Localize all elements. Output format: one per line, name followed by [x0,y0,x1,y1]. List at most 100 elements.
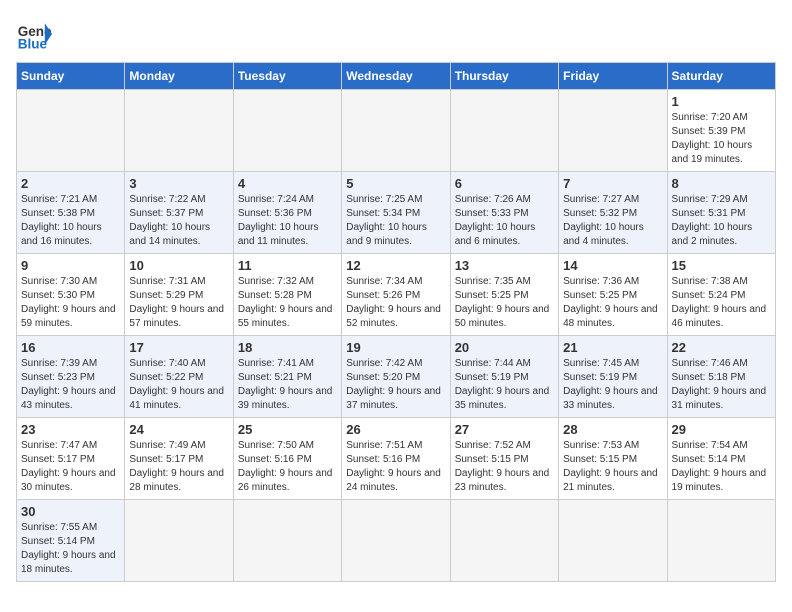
day-info: Sunrise: 7:29 AM Sunset: 5:31 PM Dayligh… [672,193,771,249]
weekday-header-cell: Wednesday [342,63,450,90]
calendar-week-row: 9Sunrise: 7:30 AM Sunset: 5:30 PM Daylig… [17,254,776,336]
day-info: Sunrise: 7:50 AM Sunset: 5:16 PM Dayligh… [238,439,337,495]
day-info: Sunrise: 7:44 AM Sunset: 5:19 PM Dayligh… [455,357,554,413]
day-info: Sunrise: 7:42 AM Sunset: 5:20 PM Dayligh… [346,357,445,413]
day-info: Sunrise: 7:47 AM Sunset: 5:17 PM Dayligh… [21,439,120,495]
weekday-header-row: SundayMondayTuesdayWednesdayThursdayFrid… [17,63,776,90]
calendar-day-cell [450,500,558,582]
day-info: Sunrise: 7:20 AM Sunset: 5:39 PM Dayligh… [672,111,771,167]
day-number: 11 [238,258,337,273]
day-number: 3 [129,176,228,191]
day-info: Sunrise: 7:54 AM Sunset: 5:14 PM Dayligh… [672,439,771,495]
day-number: 20 [455,340,554,355]
day-number: 30 [21,504,120,519]
calendar-day-cell: 18Sunrise: 7:41 AM Sunset: 5:21 PM Dayli… [233,336,341,418]
day-info: Sunrise: 7:53 AM Sunset: 5:15 PM Dayligh… [563,439,662,495]
day-number: 29 [672,422,771,437]
calendar-day-cell: 19 Sunrise: 7:42 AM Sunset: 5:20 PM Dayli… [342,336,450,418]
day-info: Sunrise: 7:36 AM Sunset: 5:25 PM Dayligh… [563,275,662,331]
calendar-day-cell [450,90,558,172]
calendar-table: SundayMondayTuesdayWednesdayThursdayFrid… [16,62,776,582]
weekday-header-cell: Saturday [667,63,775,90]
day-info: Sunrise: 7:38 AM Sunset: 5:24 PM Dayligh… [672,275,771,331]
logo: General Blue [16,16,52,52]
calendar-day-cell: 25 Sunrise: 7:50 AM Sunset: 5:16 PM Dayli… [233,418,341,500]
day-number: 16 [21,340,120,355]
day-number: 17 [129,340,228,355]
calendar-day-cell [559,500,667,582]
day-info: Sunrise: 7:46 AM Sunset: 5:18 PM Dayligh… [672,357,771,413]
calendar-day-cell: 15 Sunrise: 7:38 AM Sunset: 5:24 PM Dayli… [667,254,775,336]
calendar-day-cell: 26Sunrise: 7:51 AM Sunset: 5:16 PM Dayli… [342,418,450,500]
day-info: Sunrise: 7:24 AM Sunset: 5:36 PM Dayligh… [238,193,337,249]
weekday-header-cell: Thursday [450,63,558,90]
day-info: Sunrise: 7:30 AM Sunset: 5:30 PM Dayligh… [21,275,120,331]
calendar-day-cell: 12Sunrise: 7:34 AM Sunset: 5:26 PM Dayli… [342,254,450,336]
calendar-day-cell [342,90,450,172]
calendar-day-cell: 10 Sunrise: 7:31 AM Sunset: 5:29 PM Dayli… [125,254,233,336]
calendar-day-cell [125,90,233,172]
day-info: Sunrise: 7:52 AM Sunset: 5:15 PM Dayligh… [455,439,554,495]
day-number: 25 [238,422,337,437]
day-info: Sunrise: 7:41 AM Sunset: 5:21 PM Dayligh… [238,357,337,413]
day-number: 12 [346,258,445,273]
calendar-day-cell [667,500,775,582]
day-info: Sunrise: 7:45 AM Sunset: 5:19 PM Dayligh… [563,357,662,413]
calendar-day-cell [233,500,341,582]
calendar-day-cell [17,90,125,172]
day-number: 10 [129,258,228,273]
calendar-day-cell: 1 Sunrise: 7:20 AM Sunset: 5:39 PM Daylig… [667,90,775,172]
calendar-body: 1 Sunrise: 7:20 AM Sunset: 5:39 PM Daylig… [17,90,776,582]
day-number: 14 [563,258,662,273]
calendar-week-row: 1 Sunrise: 7:20 AM Sunset: 5:39 PM Daylig… [17,90,776,172]
calendar-day-cell [125,500,233,582]
calendar-day-cell: 30Sunrise: 7:55 AM Sunset: 5:14 PM Dayli… [17,500,125,582]
day-info: Sunrise: 7:22 AM Sunset: 5:37 PM Dayligh… [129,193,228,249]
calendar-day-cell [342,500,450,582]
calendar-day-cell: 8Sunrise: 7:29 AM Sunset: 5:31 PM Daylig… [667,172,775,254]
day-number: 19 [346,340,445,355]
day-info: Sunrise: 7:32 AM Sunset: 5:28 PM Dayligh… [238,275,337,331]
day-number: 28 [563,422,662,437]
calendar-day-cell: 16 Sunrise: 7:39 AM Sunset: 5:23 PM Dayli… [17,336,125,418]
calendar-day-cell [559,90,667,172]
calendar-day-cell: 14 Sunrise: 7:36 AM Sunset: 5:25 PM Dayli… [559,254,667,336]
day-info: Sunrise: 7:35 AM Sunset: 5:25 PM Dayligh… [455,275,554,331]
calendar-day-cell: 13 Sunrise: 7:35 AM Sunset: 5:25 PM Dayli… [450,254,558,336]
svg-text:Blue: Blue [18,36,48,51]
page-header: General Blue [16,16,776,52]
day-number: 26 [346,422,445,437]
day-number: 24 [129,422,228,437]
calendar-day-cell: 28 Sunrise: 7:53 AM Sunset: 5:15 PM Dayli… [559,418,667,500]
calendar-day-cell: 5Sunrise: 7:25 AM Sunset: 5:34 PM Daylig… [342,172,450,254]
calendar-day-cell: 29 Sunrise: 7:54 AM Sunset: 5:14 PM Dayli… [667,418,775,500]
calendar-day-cell: 7Sunrise: 7:27 AM Sunset: 5:32 PM Daylig… [559,172,667,254]
calendar-day-cell: 27Sunrise: 7:52 AM Sunset: 5:15 PM Dayli… [450,418,558,500]
calendar-week-row: 2Sunrise: 7:21 AM Sunset: 5:38 PM Daylig… [17,172,776,254]
day-number: 2 [21,176,120,191]
day-number: 23 [21,422,120,437]
calendar-day-cell: 2Sunrise: 7:21 AM Sunset: 5:38 PM Daylig… [17,172,125,254]
calendar-day-cell: 23 Sunrise: 7:47 AM Sunset: 5:17 PM Dayli… [17,418,125,500]
day-number: 15 [672,258,771,273]
calendar-day-cell: 4Sunrise: 7:24 AM Sunset: 5:36 PM Daylig… [233,172,341,254]
day-number: 6 [455,176,554,191]
calendar-day-cell: 22Sunrise: 7:46 AM Sunset: 5:18 PM Dayli… [667,336,775,418]
day-info: Sunrise: 7:31 AM Sunset: 5:29 PM Dayligh… [129,275,228,331]
day-number: 13 [455,258,554,273]
calendar-week-row: 30Sunrise: 7:55 AM Sunset: 5:14 PM Dayli… [17,500,776,582]
calendar-day-cell: 17Sunrise: 7:40 AM Sunset: 5:22 PM Dayli… [125,336,233,418]
calendar-day-cell: 21Sunrise: 7:45 AM Sunset: 5:19 PM Dayli… [559,336,667,418]
weekday-header-cell: Friday [559,63,667,90]
logo-icon: General Blue [16,16,52,52]
calendar-day-cell: 20 Sunrise: 7:44 AM Sunset: 5:19 PM Dayli… [450,336,558,418]
day-info: Sunrise: 7:49 AM Sunset: 5:17 PM Dayligh… [129,439,228,495]
day-number: 1 [672,94,771,109]
calendar-day-cell: 3 Sunrise: 7:22 AM Sunset: 5:37 PM Daylig… [125,172,233,254]
calendar-day-cell: 6Sunrise: 7:26 AM Sunset: 5:33 PM Daylig… [450,172,558,254]
day-info: Sunrise: 7:27 AM Sunset: 5:32 PM Dayligh… [563,193,662,249]
calendar-day-cell: 9Sunrise: 7:30 AM Sunset: 5:30 PM Daylig… [17,254,125,336]
day-info: Sunrise: 7:39 AM Sunset: 5:23 PM Dayligh… [21,357,120,413]
calendar-week-row: 16 Sunrise: 7:39 AM Sunset: 5:23 PM Dayli… [17,336,776,418]
calendar-day-cell: 24 Sunrise: 7:49 AM Sunset: 5:17 PM Dayli… [125,418,233,500]
